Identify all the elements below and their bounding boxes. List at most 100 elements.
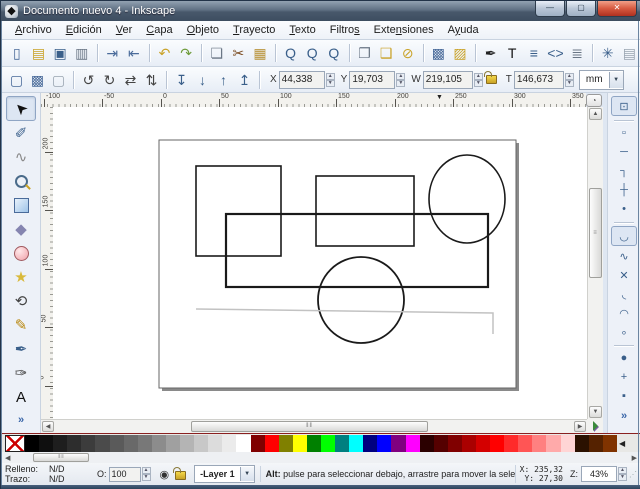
palette-swatch[interactable] [279, 435, 293, 452]
titlebar[interactable]: ◆ Documento nuevo 4 - Inkscape — ▢ ✕ [1, 1, 640, 21]
snap-enable-button[interactable]: ⊡ [611, 96, 637, 116]
x-field[interactable] [279, 71, 325, 89]
vertical-scroll-thumb[interactable]: ≡ [589, 188, 602, 278]
new-document-button[interactable]: ▯ [6, 42, 28, 64]
ungroup-button[interactable]: ▨ [449, 42, 471, 64]
deselect-button[interactable]: ▢ [48, 69, 69, 90]
palette-swatch[interactable] [222, 435, 236, 452]
menu-edicion[interactable]: Edición [59, 22, 109, 38]
zoom-spinner[interactable]: ▲▼ [618, 467, 627, 481]
palette-swatch[interactable] [110, 435, 124, 452]
menu-trayecto[interactable]: Trayecto [226, 22, 282, 38]
node-tool-button[interactable]: ✐ [7, 122, 35, 145]
palette-swatch[interactable] [349, 435, 363, 452]
palette-swatch[interactable] [391, 435, 405, 452]
y-field-spinner[interactable]: ▲▼ [396, 73, 405, 87]
flip-vertical-button[interactable]: ⇅ [141, 69, 162, 90]
palette-swatch[interactable] [448, 435, 462, 452]
palette-swatch[interactable] [81, 435, 95, 452]
undo-button[interactable]: ↶ [154, 42, 176, 64]
menu-filtros[interactable]: Filtros [323, 22, 367, 38]
zoom-to-fit-drawing-button[interactable]: Q [280, 42, 302, 64]
palette-swatch[interactable] [166, 435, 180, 452]
palette-swatch[interactable] [532, 435, 546, 452]
palette-swatch[interactable] [363, 435, 377, 452]
3dbox-tool-button[interactable]: ◆ [7, 218, 35, 241]
snap-line-midpoints-button[interactable]: ∘ [612, 323, 636, 341]
palette-swatch[interactable] [518, 435, 532, 452]
text-dialog-button[interactable]: T [501, 42, 523, 64]
lock-ratio-toggle[interactable] [486, 70, 497, 89]
menu-objeto[interactable]: Objeto [180, 22, 226, 38]
close-button[interactable]: ✕ [597, 1, 637, 17]
palette-swatch[interactable] [67, 435, 81, 452]
palette-swatch[interactable] [603, 435, 617, 452]
units-dropdown[interactable]: mm ▼ [579, 70, 624, 90]
palette-swatch[interactable] [180, 435, 194, 452]
menu-ayuda[interactable]: Ayuda [441, 22, 486, 38]
menu-capa[interactable]: Capa [139, 22, 179, 38]
fill-stroke-indicator[interactable]: Relleno:N/D Trazo:N/D [5, 464, 97, 484]
snap-cusp-nodes-button[interactable]: ◟ [612, 285, 636, 303]
palette-scrollbar[interactable]: ◀ ⦀⦀ ▶ [2, 452, 640, 463]
scroll-down-arrow[interactable]: ▼ [589, 406, 602, 418]
zoom-to-fit-page-width-button[interactable]: Q [323, 42, 345, 64]
snap-page-border-button[interactable]: ▪ [612, 387, 636, 405]
horizontal-scroll-thumb[interactable]: ⦀⦀ [191, 421, 428, 432]
copy-button[interactable]: ❏ [206, 42, 228, 64]
palette-swatch[interactable] [377, 435, 391, 452]
palette-swatch[interactable] [95, 435, 109, 452]
snap-nodes-button[interactable]: ◡ [611, 226, 637, 246]
snap-smooth-nodes-button[interactable]: ◠ [612, 304, 636, 322]
snap-bbox-edges-button[interactable]: ─ [612, 143, 636, 161]
maximize-button[interactable]: ▢ [566, 1, 596, 17]
horizontal-scrollbar[interactable]: ◀ ⦀⦀ ▶ [41, 419, 587, 433]
cut-button[interactable]: ✂ [228, 42, 250, 64]
palette-swatch[interactable] [194, 435, 208, 452]
open-document-button[interactable]: ▤ [28, 42, 50, 64]
snap-object-centers-button[interactable]: ● [612, 349, 636, 367]
palette-swatch[interactable] [406, 435, 420, 452]
snap-rotation-centers-button[interactable]: + [612, 368, 636, 386]
palette-swatch[interactable] [25, 435, 39, 452]
layer-lock-toggle[interactable] [175, 466, 186, 482]
bezier-tool-button[interactable]: ✒ [7, 338, 35, 361]
snap-paths-button[interactable]: ∿ [612, 247, 636, 265]
create-clone-button[interactable]: ❑ [375, 42, 397, 64]
ellipse-tool-button[interactable] [7, 242, 35, 265]
palette-swatch[interactable] [124, 435, 138, 452]
palette-swatch[interactable] [504, 435, 518, 452]
palette-swatch-none[interactable] [5, 435, 25, 452]
menu-ver[interactable]: Ver [109, 22, 140, 38]
palette-swatch[interactable] [236, 435, 250, 452]
y-field[interactable] [349, 71, 395, 89]
height-field[interactable] [514, 71, 564, 89]
import-bitmap-button[interactable]: ⇥ [101, 42, 123, 64]
width-field[interactable] [423, 71, 473, 89]
align-distribute-dialog-button[interactable]: ≣ [566, 42, 588, 64]
x-field-spinner[interactable]: ▲▼ [326, 73, 335, 87]
snap-bbox-centers-button[interactable]: • [612, 200, 636, 218]
palette-swatch[interactable] [53, 435, 67, 452]
ruler-corner-button[interactable]: ◔ [586, 94, 602, 107]
palette-swatch[interactable] [138, 435, 152, 452]
palette-scroll-track[interactable]: ⦀⦀ [15, 453, 626, 462]
snap-path-intersections-button[interactable]: ✕ [612, 266, 636, 284]
palette-swatch[interactable] [208, 435, 222, 452]
rectangle-tool-button[interactable] [7, 194, 35, 217]
star-tool-button[interactable]: ★ [7, 266, 35, 289]
rotate-90-cw-button[interactable]: ↻ [99, 69, 120, 90]
palette-scroll-left-arrow[interactable]: ◀ [2, 454, 13, 462]
menu-extensiones[interactable]: Extensiones [367, 22, 441, 38]
palette-swatch[interactable] [561, 435, 575, 452]
lower-to-bottom-button[interactable]: ↧ [171, 69, 192, 90]
flip-horizontal-button[interactable]: ⇄ [120, 69, 141, 90]
lower-one-step-button[interactable]: ↓ [192, 69, 213, 90]
tweak-tool-button[interactable]: ∿ [7, 146, 35, 169]
layers-dialog-button[interactable]: ≡ [523, 42, 545, 64]
width-field-spinner[interactable]: ▲▼ [474, 73, 483, 87]
calligraphy-tool-button[interactable]: ✑ [7, 362, 35, 385]
scroll-left-arrow[interactable]: ◀ [42, 421, 54, 432]
palette-swatch[interactable] [575, 435, 589, 452]
palette-swatch[interactable] [420, 435, 434, 452]
